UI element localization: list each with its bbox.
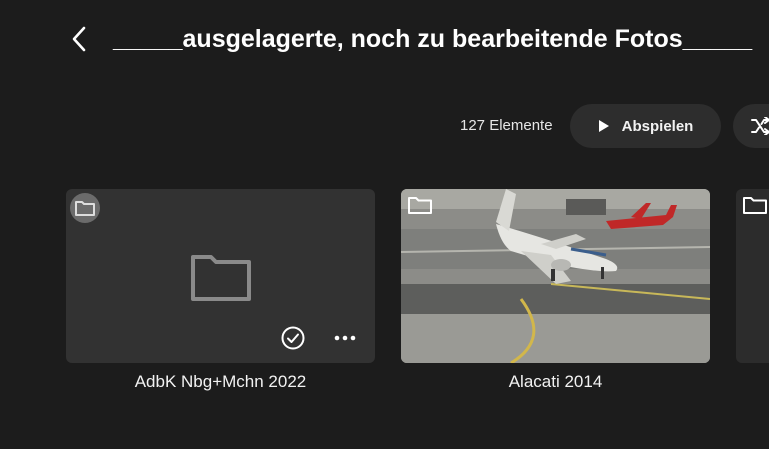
airport-photo-thumbnail (401, 189, 710, 363)
shuffle-button[interactable] (733, 104, 769, 148)
more-icon[interactable] (334, 329, 356, 347)
folder-icon (191, 255, 251, 301)
folder-name: Alacati 2014 (508, 372, 603, 391)
folder-icon (408, 197, 432, 214)
folder-icon (743, 197, 767, 214)
folder-icon (75, 201, 95, 216)
back-button[interactable] (64, 22, 94, 56)
chevron-left-icon (72, 26, 86, 52)
folder-card-partial[interactable] (736, 189, 769, 363)
item-count: 127 Elemente (460, 117, 553, 134)
shuffle-icon (751, 117, 769, 135)
play-button-label: Abspielen (621, 117, 694, 135)
play-button[interactable]: Abspielen (570, 104, 721, 148)
play-icon (598, 120, 609, 132)
check-circle-icon[interactable] (280, 325, 306, 351)
select-checkbox[interactable] (70, 193, 100, 223)
page-title: _____ausgelagerte, noch zu bearbeitende … (113, 25, 753, 53)
folder-card-alacati[interactable] (401, 189, 710, 363)
folder-name: AdbK Nbg+Mchn 2022 (134, 372, 307, 391)
folder-card-adbk[interactable] (66, 189, 375, 363)
